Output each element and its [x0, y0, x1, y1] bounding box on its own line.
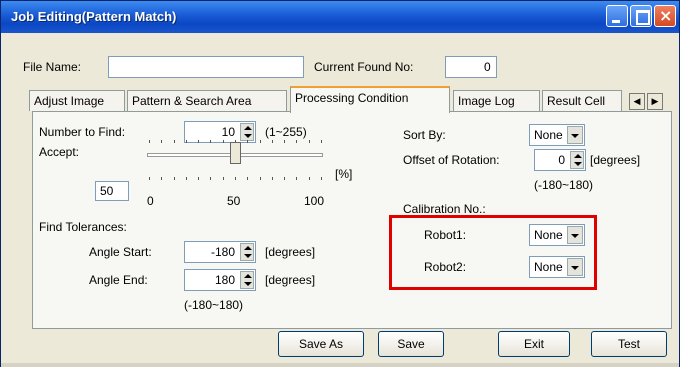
offset-rotation-label: Offset of Rotation:: [403, 153, 500, 167]
slider-tick: [321, 140, 322, 143]
slider-tick: [284, 177, 285, 180]
angle-start-spinner[interactable]: -180: [184, 241, 256, 263]
sort-by-label: Sort By:: [403, 128, 446, 142]
spinner-arrows-icon[interactable]: [240, 243, 254, 261]
slider-tick: [174, 177, 175, 180]
angle-start-value: -180: [210, 245, 235, 259]
spinner-arrows-icon[interactable]: [570, 151, 584, 169]
tab-processing-condition[interactable]: Processing Condition: [290, 86, 450, 113]
tab-adjust-image[interactable]: Adjust Image: [29, 90, 125, 111]
slider-tick: [223, 140, 224, 143]
slider-tick: [260, 177, 261, 180]
accept-max-label: 100: [304, 194, 325, 208]
angle-end-unit: [degrees]: [265, 273, 316, 287]
angle-start-unit: [degrees]: [265, 245, 316, 259]
slider-tick: [296, 177, 297, 180]
current-found-label: Current Found No:: [314, 60, 414, 74]
test-button[interactable]: Test: [591, 331, 667, 357]
calibration-label: Calibration No.:: [403, 202, 486, 216]
slider-tick: [174, 140, 175, 143]
slider-tick: [198, 177, 199, 180]
minimize-button[interactable]: [606, 5, 628, 27]
chevron-down-icon[interactable]: [567, 126, 583, 144]
slider-tick: [186, 177, 187, 180]
window-bottom-border: [1, 363, 679, 367]
close-icon: ×: [659, 6, 673, 25]
slider-tick: [149, 140, 150, 143]
offset-rotation-spinner[interactable]: 0: [534, 149, 586, 171]
angle-end-spinner[interactable]: 180: [184, 269, 256, 291]
accept-slider-thumb[interactable]: [230, 142, 241, 164]
angle-end-label: Angle End:: [89, 273, 148, 287]
accept-mid-label: 50: [227, 194, 241, 208]
slider-tick: [284, 140, 285, 143]
calibration-highlight-box: [389, 215, 597, 290]
number-to-find-value: 10: [221, 125, 235, 139]
sort-by-value: None: [534, 128, 563, 142]
save-as-button[interactable]: Save As: [278, 331, 364, 357]
slider-tick: [247, 177, 248, 180]
offset-rotation-value: 0: [558, 153, 565, 167]
job-editing-window: Job Editing(Pattern Match) × File Name: …: [0, 0, 680, 367]
title-bar[interactable]: Job Editing(Pattern Match) ×: [1, 1, 679, 33]
angle-range: (-180~180): [184, 298, 244, 312]
current-found-field: 0: [445, 56, 497, 78]
angle-end-value: 180: [214, 273, 235, 287]
slider-tick: [260, 140, 261, 143]
tab-result-cell[interactable]: Result Cell: [542, 90, 622, 111]
slider-tick: [321, 177, 322, 180]
tab-pattern-search-area[interactable]: Pattern & Search Area: [127, 90, 287, 111]
maximize-button[interactable]: [630, 5, 652, 27]
slider-tick: [198, 140, 199, 143]
slider-tick: [247, 140, 248, 143]
current-found-value: 0: [484, 60, 491, 74]
number-to-find-spinner[interactable]: 10: [184, 121, 256, 143]
close-button[interactable]: ×: [654, 5, 676, 27]
tab-image-log[interactable]: Image Log: [453, 90, 540, 111]
offset-rotation-range: (-180~180): [534, 178, 594, 192]
slider-tick: [186, 140, 187, 143]
slider-tick: [309, 140, 310, 143]
sort-by-select[interactable]: None: [529, 124, 585, 146]
number-to-find-range: (1~255): [265, 125, 307, 139]
file-name-field: [108, 56, 304, 78]
tab-scroll-right-icon[interactable]: ▶: [647, 93, 663, 110]
slider-tick: [223, 177, 224, 180]
file-name-label: File Name:: [23, 60, 82, 74]
tab-scroll-left-icon[interactable]: ◀: [629, 93, 645, 110]
window-title: Job Editing(Pattern Match): [11, 9, 177, 24]
accept-value-field[interactable]: 50: [95, 181, 129, 201]
slider-tick: [272, 140, 273, 143]
slider-tick: [161, 177, 162, 180]
exit-button[interactable]: Exit: [498, 331, 570, 357]
save-button[interactable]: Save: [378, 331, 444, 357]
spinner-arrows-icon[interactable]: [240, 123, 254, 141]
accept-min-label: 0: [147, 194, 154, 208]
slider-tick: [149, 177, 150, 180]
slider-tick: [210, 140, 211, 143]
slider-tick: [296, 140, 297, 143]
slider-tick: [235, 177, 236, 180]
slider-tick: [161, 140, 162, 143]
number-to-find-label: Number to Find:: [39, 125, 126, 139]
slider-tick: [272, 177, 273, 180]
find-tolerances-label: Find Tolerances:: [39, 220, 127, 234]
angle-start-label: Angle Start:: [89, 245, 152, 259]
offset-rotation-unit: [degrees]: [590, 153, 641, 167]
spinner-arrows-icon[interactable]: [240, 271, 254, 289]
slider-tick: [210, 177, 211, 180]
accept-unit: [%]: [335, 167, 353, 181]
accept-label: Accept:: [39, 145, 80, 159]
slider-tick: [309, 177, 310, 180]
accept-value: 50: [100, 184, 114, 198]
